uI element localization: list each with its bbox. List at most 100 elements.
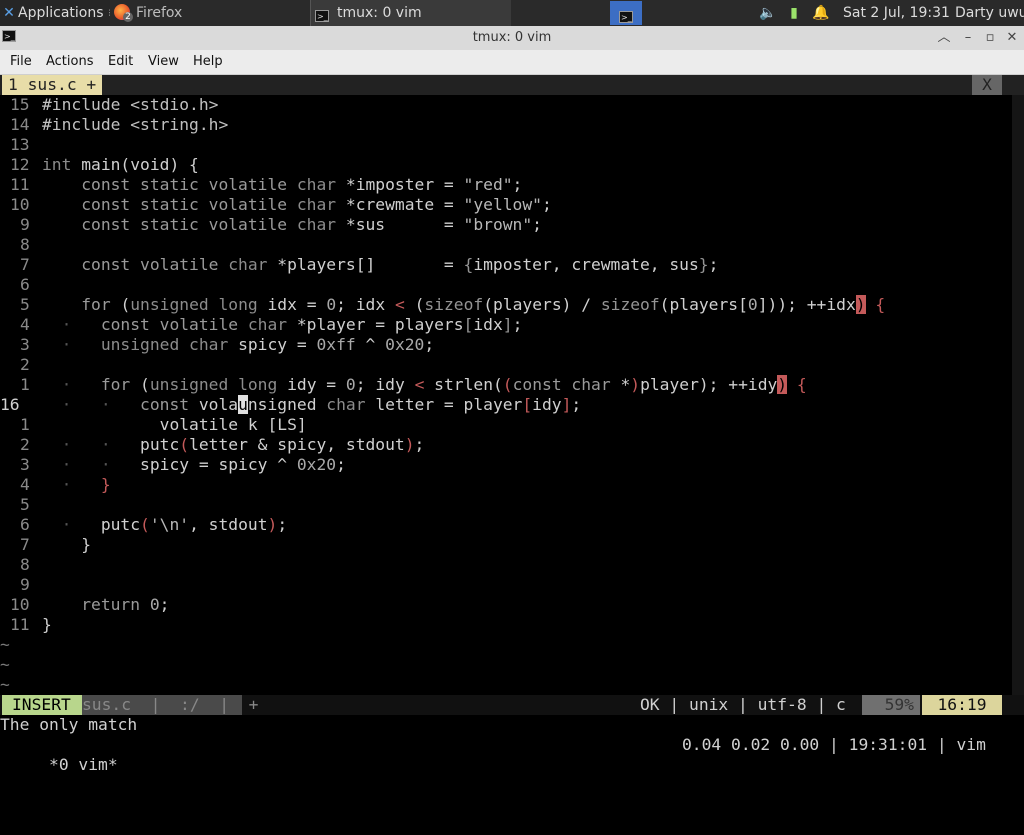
menu-edit[interactable]: Edit	[108, 50, 133, 74]
completion-item[interactable]: volatile k [LS]	[160, 415, 307, 434]
line-number: 9	[20, 215, 30, 234]
line-number: 11	[10, 175, 30, 194]
matched-bracket: )	[855, 295, 866, 314]
code-text: )	[630, 375, 641, 394]
code-line[interactable]: 2	[0, 355, 1024, 375]
applications-menu-button[interactable]: ✕Applications ≡	[0, 0, 110, 26]
taskbar-firefox[interactable]: 2 Firefox	[110, 0, 308, 26]
code-text: ;	[414, 435, 425, 454]
code-text: #include <stdio.h>	[42, 95, 219, 114]
minimize-button[interactable]: –	[959, 26, 977, 50]
taskbar-tmux[interactable]: >_ tmux: 0 vim	[310, 0, 511, 26]
volume-icon[interactable]: 🔈	[758, 0, 778, 26]
user-menu[interactable]: Darty uwu	[955, 0, 1024, 26]
code-text: ;	[512, 315, 523, 334]
code-line[interactable]: 12 int main(void) {	[0, 155, 1024, 175]
code-line[interactable]: 4 · }	[0, 475, 1024, 495]
line-number: 6	[20, 515, 30, 534]
code-text: *imposter =	[336, 175, 464, 194]
indent-guide: · ·	[42, 455, 141, 474]
code-number: 0	[326, 295, 337, 314]
line-number: 2	[20, 355, 30, 374]
mode-indicator: INSERT	[2, 695, 84, 715]
code-text: {	[865, 295, 886, 314]
code-line[interactable]: 9	[0, 575, 1024, 595]
battery-icon[interactable]: ▮	[786, 0, 802, 26]
code-line[interactable]: 3 · unsigned char spicy = 0xff ^ 0x20;	[0, 335, 1024, 355]
code-line[interactable]: 1 · for (unsigned long idy = 0; idy < st…	[0, 375, 1024, 395]
maximize-button[interactable]: ▫	[981, 26, 999, 50]
line-number: 15	[10, 95, 30, 114]
code-line[interactable]: 5	[0, 495, 1024, 515]
statusline-position: 16:19	[922, 695, 1002, 715]
code-text: ;	[541, 195, 552, 214]
code-line[interactable]: 8	[0, 555, 1024, 575]
statusline-percent: 59%	[862, 695, 920, 715]
vim-tab-sus-c[interactable]: 1 sus.c +	[2, 75, 103, 95]
code-text: spicy = spicy ^	[140, 455, 297, 474]
code-line[interactable]: 15 #include <stdio.h>	[0, 95, 1024, 115]
window-titlebar[interactable]: >_ tmux: 0 vim ︿ – ▫ ✕	[0, 26, 1024, 51]
indent-guide: · ·	[42, 395, 141, 414]
code-text: (	[130, 375, 150, 394]
menu-help[interactable]: Help	[193, 50, 223, 74]
code-text: *players[] =	[267, 255, 464, 274]
code-text: ;	[277, 515, 288, 534]
code-line[interactable]: 10 return 0;	[0, 595, 1024, 615]
top-panel: ✕Applications ≡ 2Firefox >_ tmux: 0 vim >…	[0, 0, 1024, 26]
completion-popup-line[interactable]: 1 volatile k [LS]	[0, 415, 1024, 435]
code-line[interactable]: 5 for (unsigned long idx = 0; idx < (siz…	[0, 295, 1024, 315]
code-text: ]	[502, 315, 513, 334]
empty-line-tilde: ~	[0, 655, 10, 674]
workspace-switcher[interactable]: >_	[610, 1, 642, 25]
code-text: idx =	[257, 295, 327, 314]
code-line-current[interactable]: 16 · · const volaunsigned char letter = …	[0, 395, 1024, 415]
code-text: letter = player	[365, 395, 523, 414]
window-title: tmux: 0 vim	[472, 30, 552, 45]
code-line[interactable]: 11}	[0, 615, 1024, 635]
code-number: 0	[149, 595, 160, 614]
tmux-window-label[interactable]: *0 vim*	[39, 755, 118, 774]
code-line[interactable]: 10 const static volatile char *crewmate …	[0, 195, 1024, 215]
code-number: 0xff	[316, 335, 356, 354]
code-text: spicy =	[228, 335, 317, 354]
code-line[interactable]: 3 · · spicy = spicy ^ 0x20;	[0, 455, 1024, 475]
code-text: int	[42, 155, 72, 174]
code-line[interactable]: 8	[0, 235, 1024, 255]
code-line[interactable]: 4 · const volatile char *player = player…	[0, 315, 1024, 335]
clock[interactable]: Sat 2 Jul, 19:31	[843, 0, 949, 26]
code-line[interactable]: 6 · putc('\n', stdout);	[0, 515, 1024, 535]
code-text: }	[100, 475, 111, 494]
code-text: main(void) {	[71, 155, 199, 174]
menu-file[interactable]: File	[10, 50, 32, 74]
taskbar-firefox-label: Firefox	[136, 5, 183, 21]
tmux-statusbar: *0 vim* 0.04 0.02 0.00 | 19:31:01 | vim	[0, 735, 1024, 774]
code-string: "yellow"	[463, 195, 542, 214]
code-line[interactable]: 7 const volatile char *players[] = {impo…	[0, 255, 1024, 275]
terminal-area[interactable]: 1 sus.c + X 15 #include <stdio.h> 14 #incl…	[0, 75, 1024, 774]
code-line[interactable]: 7 }	[0, 535, 1024, 555]
vim-tab-close[interactable]: X	[972, 75, 1002, 95]
code-text: putc	[100, 515, 141, 534]
code-line[interactable]: 13	[0, 135, 1024, 155]
code-line[interactable]: 14 #include <string.h>	[0, 115, 1024, 135]
code-text: for	[81, 295, 111, 314]
code-text: letter & spicy, stdout	[189, 435, 405, 454]
notification-bell-icon[interactable]: 🔔	[812, 0, 830, 26]
menu-view[interactable]: View	[148, 50, 179, 74]
menu-actions[interactable]: Actions	[46, 50, 94, 74]
code-line[interactable]: 11 const static volatile char *imposter …	[0, 175, 1024, 195]
line-number: 3	[20, 335, 30, 354]
code-text: ;	[512, 175, 523, 194]
code-text: ; idx	[336, 295, 395, 314]
code-line[interactable]: 2 · · putc(letter & spicy, stdout);	[0, 435, 1024, 455]
close-button[interactable]: ✕	[1003, 26, 1021, 50]
code-text: char	[287, 175, 337, 194]
code-line[interactable]: 6	[0, 275, 1024, 295]
code-line[interactable]: 9 const static volatile char *sus = "bro…	[0, 215, 1024, 235]
shade-button[interactable]: ︿	[935, 26, 953, 50]
code-text: (	[179, 435, 190, 454]
code-text: )	[404, 435, 415, 454]
code-text: *	[610, 375, 631, 394]
